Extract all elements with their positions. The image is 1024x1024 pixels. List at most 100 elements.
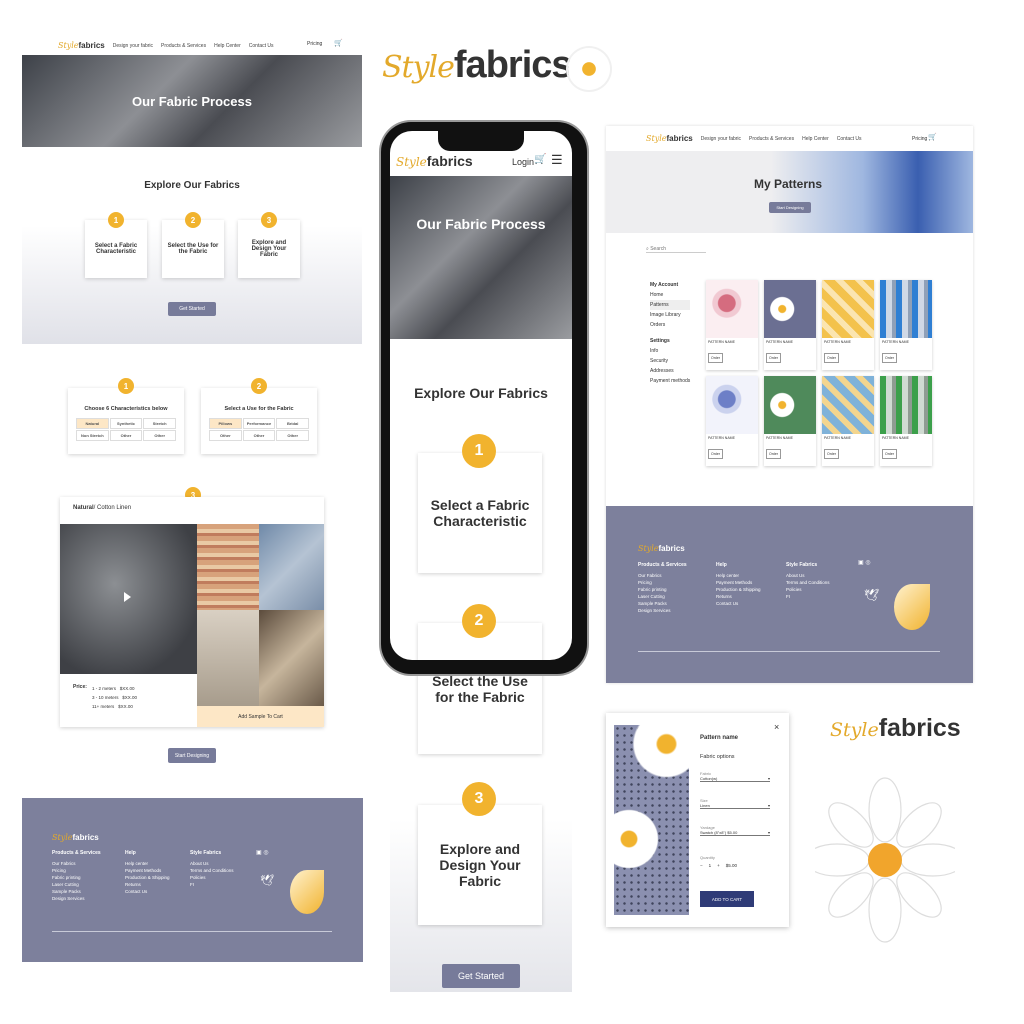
footer-link[interactable]: Returns [716, 593, 761, 600]
pattern-card[interactable]: PATTERN NAME Order [880, 376, 932, 466]
footer-link[interactable]: Help center [716, 572, 761, 579]
footer-link[interactable]: Terms and Conditions [190, 867, 234, 874]
footer-link[interactable]: FI [190, 881, 234, 888]
footer-link[interactable]: Production & Shipping [125, 874, 170, 881]
option[interactable]: Bridal [276, 418, 309, 429]
footer-link[interactable]: Sample Packs [52, 888, 101, 895]
mobile-get-started-button[interactable]: Get Started [442, 964, 520, 988]
option[interactable]: Other [143, 430, 176, 441]
footer-link[interactable]: Laser Cutting [52, 881, 101, 888]
option[interactable]: Other [109, 430, 143, 441]
footer-link[interactable]: Design Services [52, 895, 101, 902]
footer-link[interactable]: Help center [125, 860, 170, 867]
nav-item[interactable]: Contact Us [249, 43, 274, 49]
footer-link[interactable]: Our Fabrics [52, 860, 101, 867]
sidebar-item[interactable]: Image Library [650, 310, 690, 320]
search-input[interactable]: ⌕ Search [646, 246, 706, 253]
mobile-logo[interactable]: Stylefabrics [396, 153, 473, 169]
footer-link[interactable]: Our Fabrics [638, 572, 687, 579]
option[interactable]: Other [209, 430, 242, 441]
cart-icon[interactable]: 🛒 [334, 39, 343, 47]
get-started-button[interactable]: Get Started [168, 302, 216, 316]
fabric-field[interactable]: Fabric Cotton(w) ▾ [700, 771, 770, 782]
footer-link[interactable]: Production & Shipping [716, 586, 761, 593]
footer-link[interactable]: Pricing [638, 579, 687, 586]
option[interactable]: Other [242, 430, 276, 441]
logo[interactable]: Stylefabrics [646, 134, 693, 143]
add-sample-button[interactable]: Add Sample To Cart [197, 706, 324, 727]
start-designing-button[interactable]: Start Designing [168, 748, 216, 763]
sidebar-item[interactable]: Security [650, 356, 690, 366]
option[interactable]: Performance [242, 418, 276, 429]
sidebar-item[interactable]: Orders [650, 320, 690, 330]
footer-link[interactable]: FI [786, 593, 830, 600]
footer-link[interactable]: Payment Methods [125, 867, 170, 874]
menu-icon[interactable]: ☰ [551, 152, 563, 168]
nav-item[interactable]: Products & Services [161, 43, 206, 49]
size-field[interactable]: Size Linen ▾ [700, 798, 770, 809]
pattern-card[interactable]: PATTERN NAME Order [822, 280, 874, 370]
footer-link[interactable]: Returns [125, 881, 170, 888]
option[interactable]: Other [276, 430, 309, 441]
sidebar-item[interactable]: Info [650, 346, 690, 356]
footer-link[interactable]: Pricing [52, 867, 101, 874]
footer-link[interactable]: Payment Methods [716, 579, 761, 586]
step-number: 1 [118, 378, 134, 394]
step-card[interactable]: Select a Fabric Characteristic [85, 220, 147, 278]
option[interactable]: Non Stretch [76, 430, 109, 441]
close-icon[interactable]: × [774, 722, 779, 732]
nav-item[interactable]: Contact Us [837, 136, 862, 142]
yardage-field[interactable]: Yardage Swatch (8"x8") $5.00 ▾ [700, 825, 770, 836]
nav-item[interactable]: Help Center [214, 43, 241, 49]
sidebar-item[interactable]: Addresses [650, 366, 690, 376]
step-card[interactable]: Explore and Design Your Fabric [238, 220, 300, 278]
cart-icon[interactable]: 🛒 [928, 133, 937, 141]
footer-link[interactable]: Contact Us [125, 888, 170, 895]
pattern-card[interactable]: PATTERN NAME Order [706, 280, 758, 370]
pattern-card[interactable]: PATTERN NAME Order [764, 280, 816, 370]
footer-link[interactable]: Laser Cutting [638, 593, 687, 600]
footer-divider [52, 931, 332, 932]
footer-link[interactable]: Sample Packs [638, 600, 687, 607]
cart-icon[interactable]: 🛒 [534, 154, 546, 165]
add-to-cart-button[interactable]: ADD TO CART [700, 891, 754, 907]
play-icon[interactable] [124, 592, 131, 602]
start-designing-button[interactable]: Start Designing [769, 202, 811, 213]
sidebar-item[interactable]: Home [650, 290, 690, 300]
footer-link[interactable]: Terms and Conditions [786, 579, 830, 586]
option[interactable]: Synthetic [109, 418, 143, 429]
nav-item[interactable]: Design your fabric [701, 136, 741, 142]
footer-link[interactable]: About Us [786, 572, 830, 579]
pattern-card[interactable]: PATTERN NAME Order [880, 280, 932, 370]
nav-item[interactable]: Products & Services [749, 136, 794, 142]
pattern-card[interactable]: PATTERN NAME Order [822, 376, 874, 466]
login-link[interactable]: Login [512, 157, 534, 167]
footer-link[interactable]: Policies [190, 874, 234, 881]
footer-link[interactable]: Contact Us [716, 600, 761, 607]
pattern-card[interactable]: PATTERN NAME Order [764, 376, 816, 466]
pricing-link[interactable]: Pricing [912, 136, 927, 142]
option-pillows[interactable]: Pillows [209, 418, 242, 429]
social-icons[interactable]: ▣ ◎ [858, 559, 871, 566]
step-card[interactable]: Select the Use for the Fabric [162, 220, 224, 278]
footer-link[interactable]: Fabric printing [638, 586, 687, 593]
social-icons[interactable]: ▣ ◎ [256, 849, 269, 856]
footer-link[interactable]: Policies [786, 586, 830, 593]
sidebar-item-active[interactable]: Patterns [650, 300, 690, 310]
nav-item[interactable]: Design your fabric [113, 43, 153, 49]
mobile-step-card[interactable]: Select a Fabric Characteristic [418, 453, 542, 573]
quantity-stepper[interactable]: −1 + $5.00 [700, 863, 737, 868]
mobile-step-card[interactable]: Explore and Design Your Fabric [418, 805, 542, 925]
option[interactable]: Stretch [143, 418, 176, 429]
sidebar-item[interactable]: Payment methods [650, 376, 690, 386]
step-number: 2 [185, 212, 201, 228]
nav-item[interactable]: Help Center [802, 136, 829, 142]
footer-link[interactable]: Design Services [638, 607, 687, 614]
pricing-link[interactable]: Pricing [307, 41, 322, 47]
option-natural[interactable]: Natural [76, 418, 109, 429]
pattern-card[interactable]: PATTERN NAME Order [706, 376, 758, 466]
footer-link[interactable]: Fabric printing [52, 874, 101, 881]
footer-link[interactable]: About Us [190, 860, 234, 867]
logo[interactable]: Stylefabrics [58, 41, 105, 50]
patterns-hero: My Patterns Start Designing [606, 151, 973, 233]
